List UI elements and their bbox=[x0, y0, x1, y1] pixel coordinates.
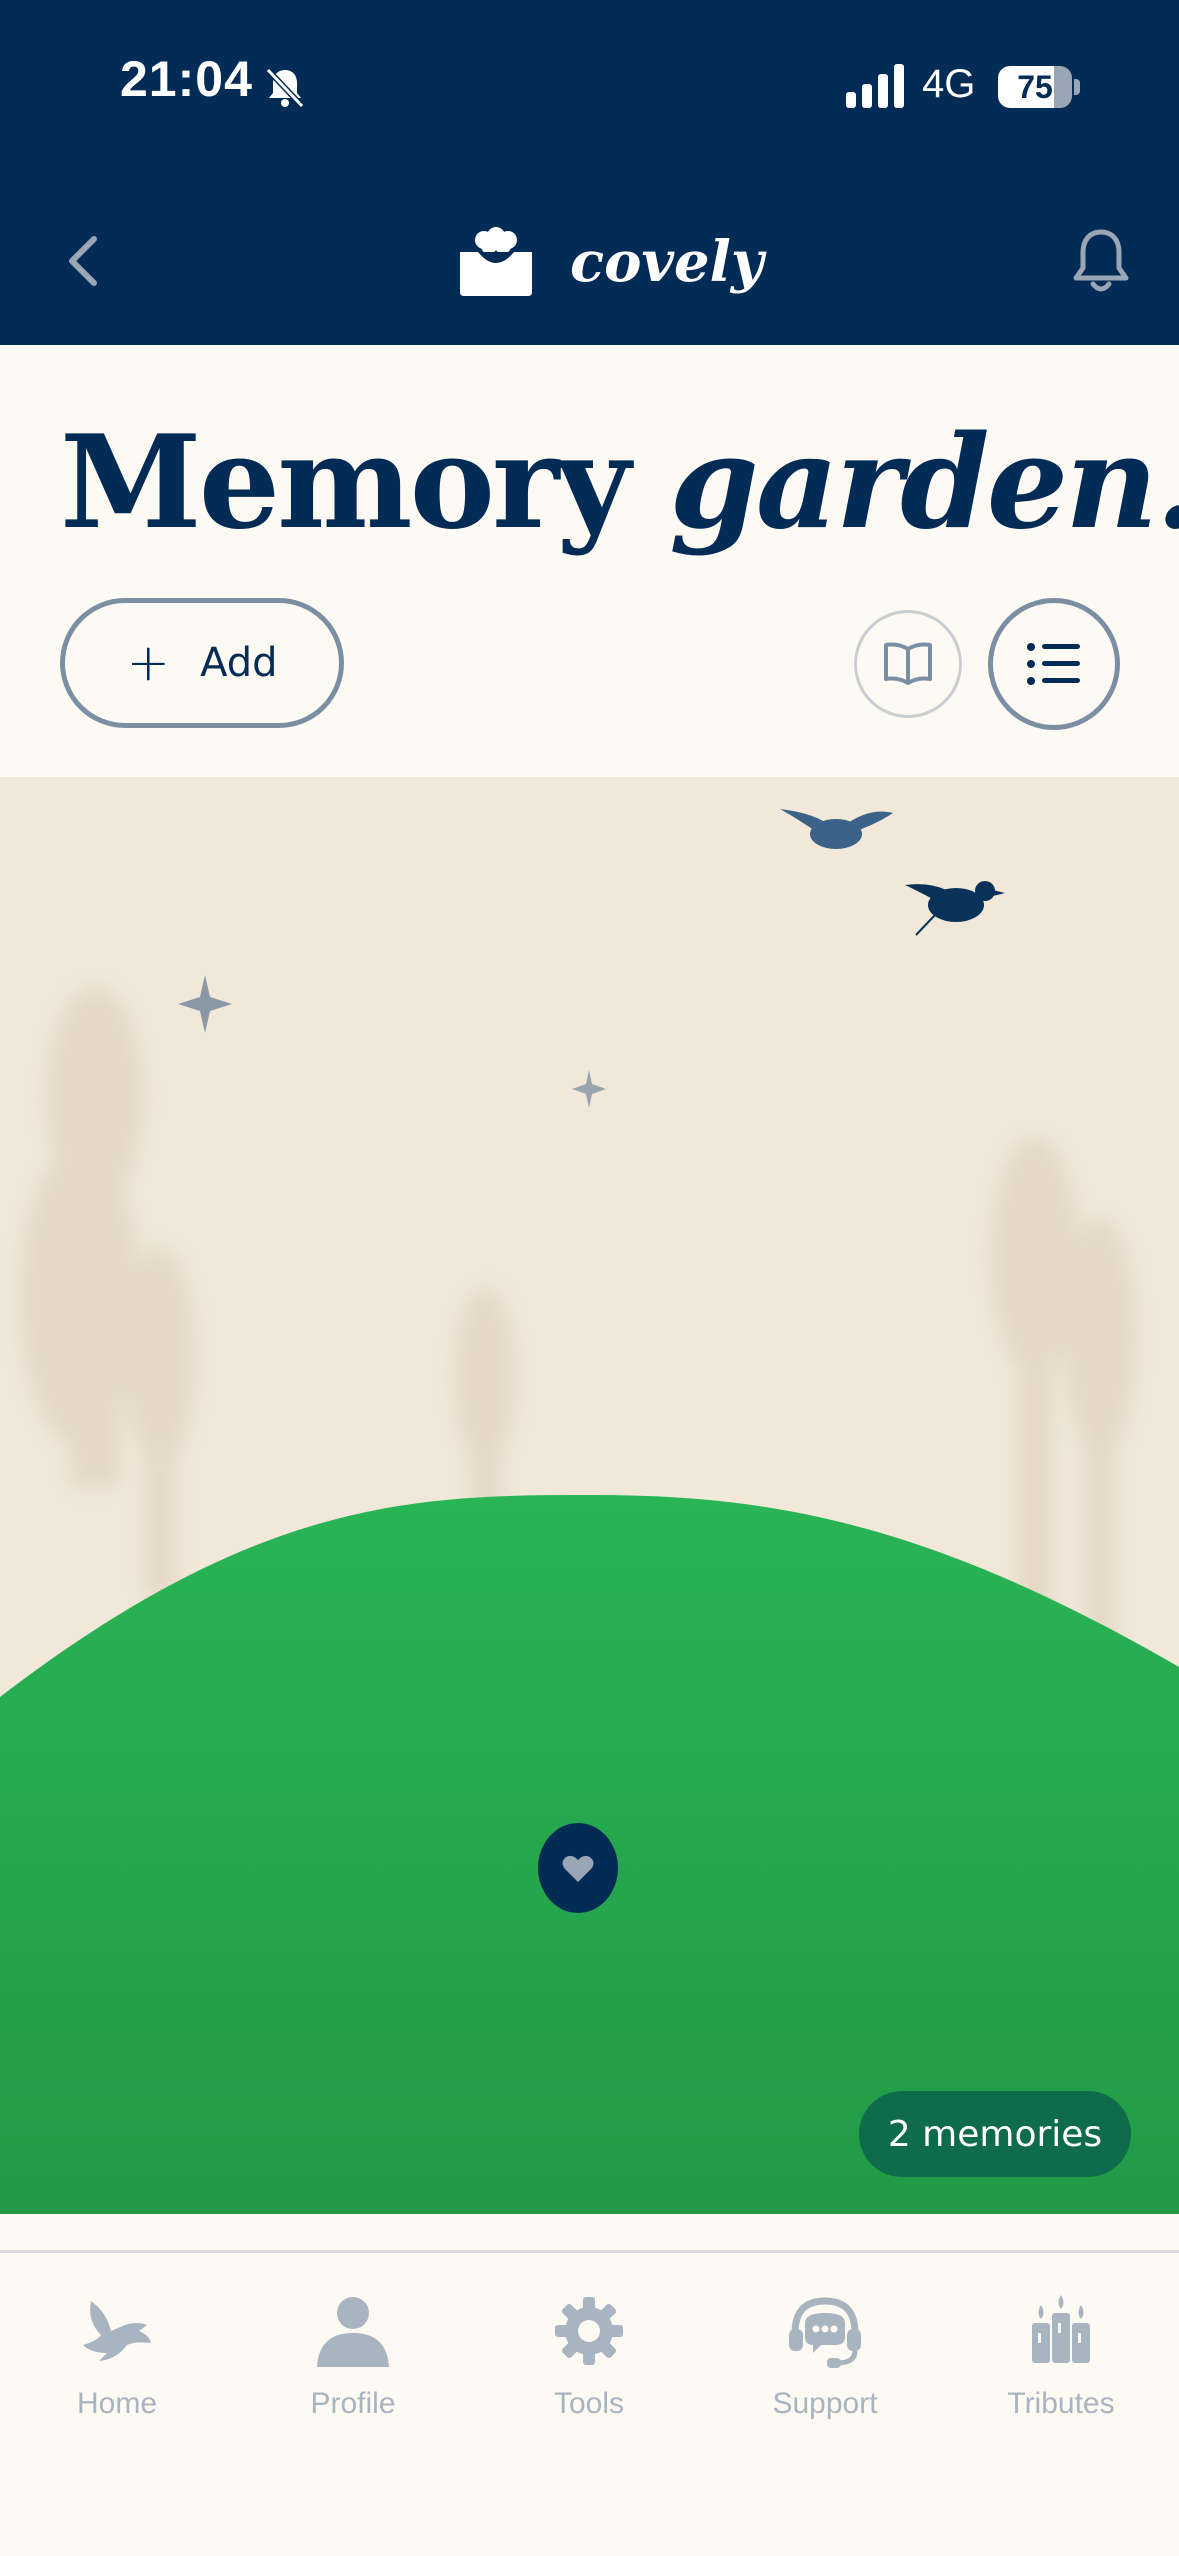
nav-label: Tributes bbox=[1007, 2387, 1115, 2420]
nav-label: Support bbox=[772, 2387, 878, 2420]
gift-box-logo-icon bbox=[460, 227, 532, 296]
nav-item-profile[interactable]: Profile bbox=[253, 2291, 453, 2441]
bell-icon bbox=[1073, 229, 1129, 292]
gear-icon bbox=[555, 2297, 623, 2365]
sparkle-icon bbox=[572, 1070, 606, 1108]
bottom-navigation: Home Profile Tools Support Tributes bbox=[0, 2250, 1179, 2556]
heart-marker-icon bbox=[538, 1823, 618, 1913]
bird-icon bbox=[780, 809, 893, 849]
sparkle-icon bbox=[178, 975, 232, 1033]
bird-icon bbox=[905, 881, 1005, 936]
list-view-button[interactable] bbox=[988, 598, 1120, 730]
nav-item-home[interactable]: Home bbox=[17, 2291, 217, 2441]
plus-icon: + bbox=[126, 633, 171, 693]
open-book-icon bbox=[884, 642, 932, 685]
nav-label: Tools bbox=[553, 2387, 625, 2420]
candles-icon bbox=[1032, 2295, 1090, 2363]
status-time: 21:04 bbox=[120, 51, 253, 107]
top-bar: 21:04 4G 75 covely bbox=[0, 0, 1179, 345]
muted-bell-icon bbox=[265, 67, 305, 109]
title-emphasis: garden. bbox=[669, 408, 1179, 558]
nav-label: Home bbox=[76, 2387, 158, 2420]
chevron-left-icon bbox=[69, 236, 97, 286]
add-button-label: Add bbox=[200, 640, 278, 686]
add-memory-button[interactable]: + Add bbox=[60, 598, 344, 728]
title-plain: Memory bbox=[60, 408, 670, 558]
battery-percent: 75 bbox=[1017, 69, 1053, 105]
garden-scene: 2 memories bbox=[0, 777, 1179, 2214]
nav-item-tools[interactable]: Tools bbox=[489, 2291, 689, 2441]
dove-icon bbox=[83, 2301, 151, 2361]
book-view-button[interactable] bbox=[854, 610, 962, 718]
nav-item-tributes[interactable]: Tributes bbox=[961, 2291, 1161, 2441]
list-icon bbox=[1027, 643, 1080, 685]
person-icon bbox=[317, 2297, 389, 2367]
nav-label: Profile bbox=[310, 2387, 396, 2420]
network-type: 4G bbox=[922, 62, 976, 106]
memories-count-badge[interactable]: 2 memories bbox=[859, 2091, 1131, 2177]
notifications-button[interactable] bbox=[1068, 226, 1134, 296]
nav-item-support[interactable]: Support bbox=[725, 2291, 925, 2441]
brand: covely bbox=[458, 222, 763, 302]
battery-icon: 75 bbox=[998, 66, 1080, 108]
support-headset-icon bbox=[789, 2297, 861, 2368]
brand-name: covely bbox=[570, 229, 764, 295]
garden-illustration bbox=[0, 809, 1179, 2214]
page-title: Memory garden. bbox=[60, 408, 1179, 558]
back-button[interactable] bbox=[58, 226, 108, 296]
cellular-signal-icon bbox=[846, 64, 904, 108]
memory-marker[interactable] bbox=[538, 1823, 618, 1913]
